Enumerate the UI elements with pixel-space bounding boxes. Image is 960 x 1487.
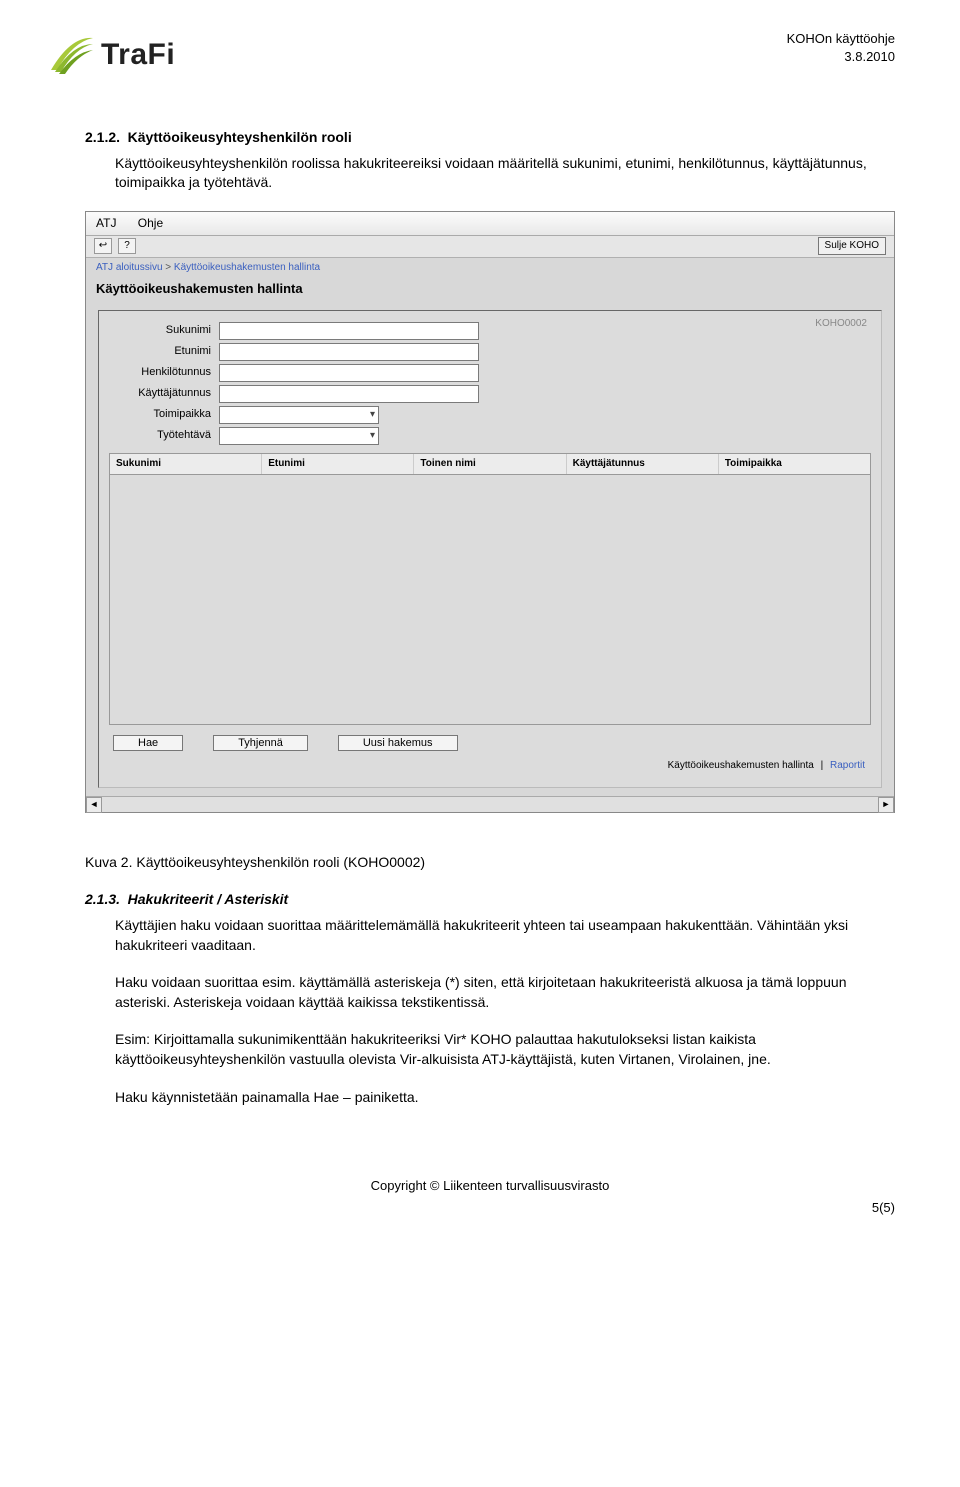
hae-button[interactable]: Hae bbox=[113, 735, 183, 751]
app-screenshot: ATJ Ohje ↩ ? Sulje KOHO ATJ aloitussivu … bbox=[85, 211, 895, 813]
paragraph: Haku voidaan suorittaa esim. käyttämällä… bbox=[115, 973, 895, 1012]
menu-ohje[interactable]: Ohje bbox=[138, 216, 163, 230]
scroll-right-icon[interactable]: ► bbox=[878, 797, 894, 813]
breadcrumb: ATJ aloitussivu > Käyttöoikeushakemusten… bbox=[86, 258, 894, 278]
label-kayttajatunnus: Käyttäjätunnus bbox=[109, 386, 219, 401]
section-number: 2.1.2. bbox=[85, 129, 120, 145]
doc-meta: KOHOn käyttöohje 3.8.2010 bbox=[787, 30, 895, 66]
search-form: KOHO0002 Sukunimi Etunimi Henkilötunnus … bbox=[98, 310, 882, 788]
logo: TraFi bbox=[45, 30, 175, 80]
select-toimipaikka[interactable] bbox=[219, 406, 379, 424]
input-sukunimi[interactable] bbox=[219, 322, 479, 340]
uusi-hakemus-button[interactable]: Uusi hakemus bbox=[338, 735, 458, 751]
input-henkilotunnus[interactable] bbox=[219, 364, 479, 382]
input-kayttajatunnus[interactable] bbox=[219, 385, 479, 403]
col-etunimi: Etunimi bbox=[262, 454, 414, 474]
tab-hallinta[interactable]: Käyttöoikeushakemusten hallinta bbox=[668, 760, 814, 771]
select-tyotehtava[interactable] bbox=[219, 427, 379, 445]
tyhjenna-button[interactable]: Tyhjennä bbox=[213, 735, 308, 751]
results-body bbox=[109, 475, 871, 725]
label-tyotehtava: Työtehtävä bbox=[109, 428, 219, 443]
label-toimipaikka: Toimipaikka bbox=[109, 407, 219, 422]
horizontal-scrollbar[interactable]: ◄ ► bbox=[86, 796, 894, 812]
logo-text: TraFi bbox=[101, 34, 175, 76]
trafi-swoosh-icon bbox=[45, 30, 95, 80]
help-icon[interactable]: ? bbox=[118, 238, 136, 254]
paragraph: Haku käynnistetään painamalla Hae – pain… bbox=[115, 1088, 895, 1108]
doc-title: KOHOn käyttöohje bbox=[787, 30, 895, 48]
back-icon[interactable]: ↩ bbox=[94, 238, 112, 254]
section-title: Hakukriteerit / Asteriskit bbox=[128, 891, 289, 907]
breadcrumb-current: Käyttöoikeushakemusten hallinta bbox=[174, 262, 320, 273]
figure-caption: Kuva 2. Käyttöoikeusyhteyshenkilön rooli… bbox=[85, 853, 895, 873]
paragraph: Esim: Kirjoittamalla sukunimikenttään ha… bbox=[115, 1030, 895, 1069]
screen-id: KOHO0002 bbox=[815, 317, 867, 331]
col-sukunimi: Sukunimi bbox=[110, 454, 262, 474]
section-title: Käyttöoikeusyhteyshenkilön rooli bbox=[128, 129, 352, 145]
label-etunimi: Etunimi bbox=[109, 344, 219, 359]
section-number: 2.1.3. bbox=[85, 891, 120, 907]
toolbar: ↩ ? Sulje KOHO bbox=[86, 236, 894, 258]
col-kayttajatunnus: Käyttäjätunnus bbox=[567, 454, 719, 474]
col-toimipaikka: Toimipaikka bbox=[719, 454, 870, 474]
breadcrumb-home[interactable]: ATJ aloitussivu bbox=[96, 262, 163, 273]
paragraph: Käyttöoikeusyhteyshenkilön roolissa haku… bbox=[115, 154, 895, 193]
doc-date: 3.8.2010 bbox=[787, 48, 895, 66]
button-bar: Hae Tyhjennä Uusi hakemus bbox=[109, 725, 871, 755]
label-henkilotunnus: Henkilötunnus bbox=[109, 365, 219, 380]
input-etunimi[interactable] bbox=[219, 343, 479, 361]
page-number: 5(5) bbox=[85, 1199, 895, 1217]
menu-bar: ATJ Ohje bbox=[86, 212, 894, 236]
close-koho-button[interactable]: Sulje KOHO bbox=[818, 237, 886, 255]
paragraph: Käyttäjien haku voidaan suorittaa määrit… bbox=[115, 916, 895, 955]
label-sukunimi: Sukunimi bbox=[109, 323, 219, 338]
app-title: Käyttöoikeushakemusten hallinta bbox=[86, 278, 894, 304]
results-header: Sukunimi Etunimi Toinen nimi Käyttäjätun… bbox=[109, 453, 871, 475]
scroll-left-icon[interactable]: ◄ bbox=[86, 797, 102, 813]
col-toinen-nimi: Toinen nimi bbox=[414, 454, 566, 474]
tab-strip: Käyttöoikeushakemusten hallinta | Raport… bbox=[109, 755, 871, 777]
footer-copyright: Copyright © Liikenteen turvallisuusviras… bbox=[85, 1177, 895, 1195]
menu-atj[interactable]: ATJ bbox=[96, 216, 116, 230]
tab-raportit[interactable]: Raportit bbox=[830, 760, 865, 771]
